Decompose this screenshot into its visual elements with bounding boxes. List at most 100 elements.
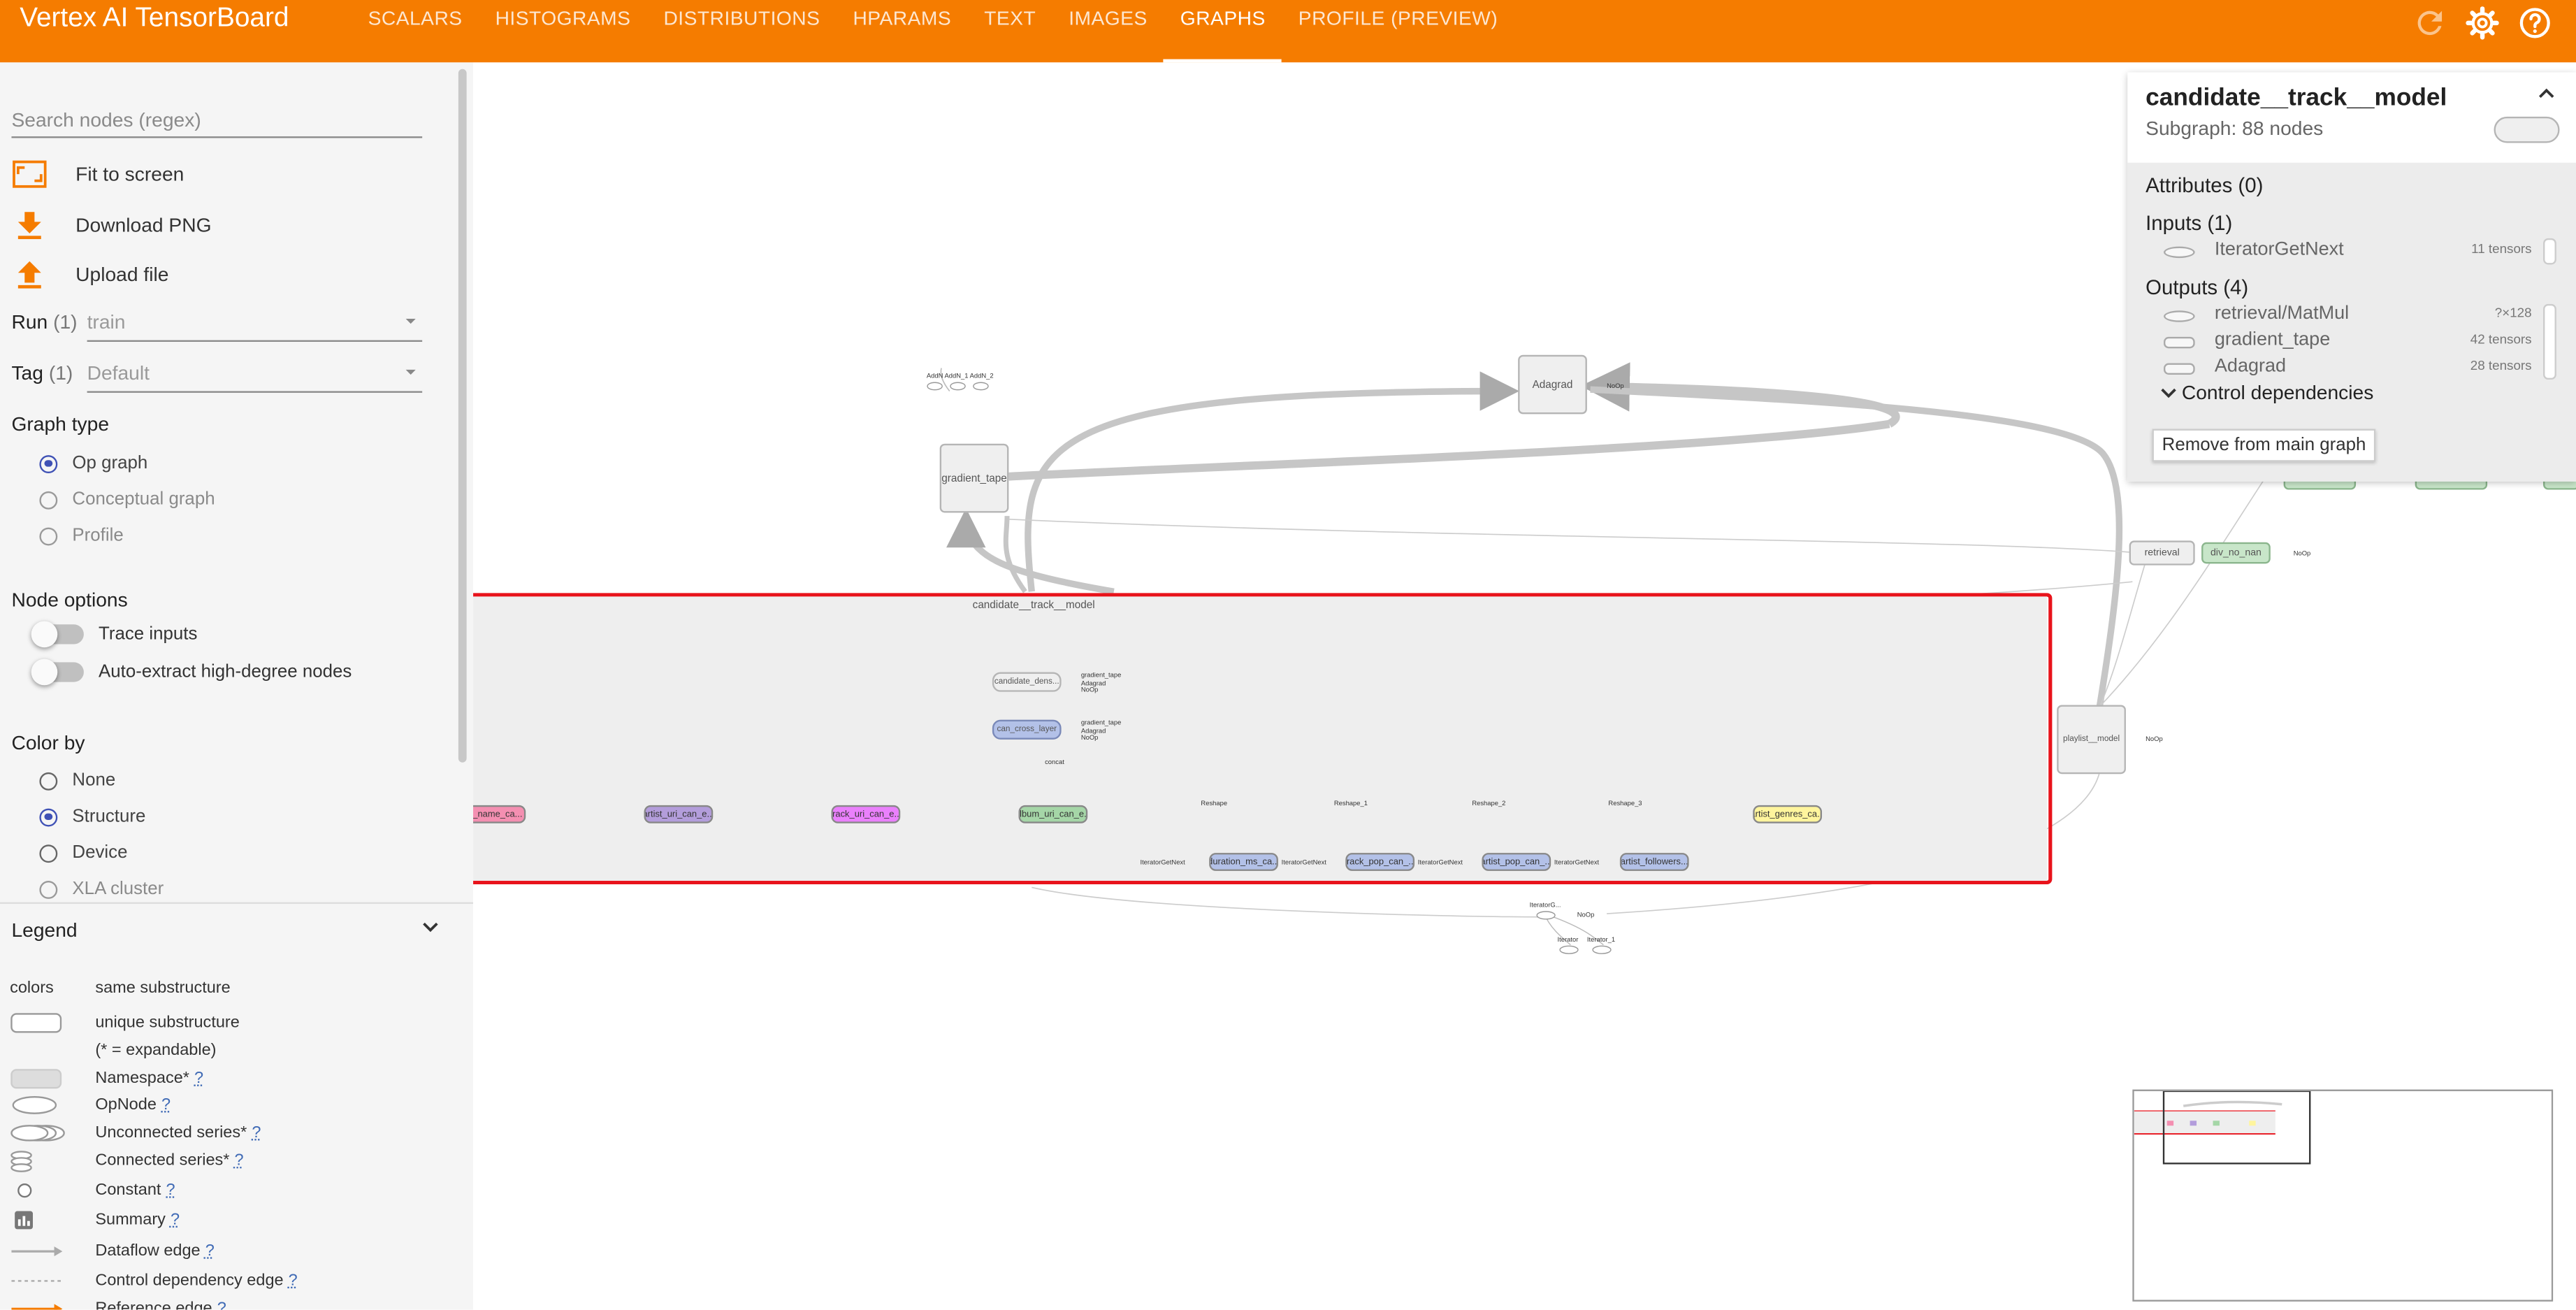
radio-profile[interactable]: Profile xyxy=(39,526,124,545)
tag-dropdown[interactable]: Default xyxy=(87,358,423,393)
chevron-up-icon[interactable] xyxy=(2537,85,2556,102)
help-link[interactable]: ? xyxy=(252,1124,261,1142)
adagrad-node[interactable]: Adagrad xyxy=(1518,354,1587,415)
help-link[interactable]: ? xyxy=(235,1152,244,1170)
control-dependencies-toggle[interactable]: Control dependencies xyxy=(2160,381,2373,404)
control-edge-icon xyxy=(11,1280,63,1282)
legend-row-opnode: OpNode? xyxy=(0,1095,473,1121)
radio-color-device[interactable]: Device xyxy=(39,843,127,863)
opnode-icon xyxy=(12,1095,57,1114)
legend-row-unique: unique substructure xyxy=(0,1012,473,1039)
reference-edge-icon xyxy=(11,1304,63,1310)
chevron-down-icon[interactable] xyxy=(422,920,439,933)
help-icon[interactable] xyxy=(2517,5,2553,41)
sidebar-scrollbar[interactable] xyxy=(458,69,467,763)
help-link[interactable]: ? xyxy=(171,1211,180,1230)
radio-op-graph[interactable]: Op graph xyxy=(39,454,147,473)
upload-file-label: Upload file xyxy=(75,263,169,287)
tab-graphs[interactable]: GRAPHS xyxy=(1164,0,1282,63)
radio-color-xla[interactable]: XLA cluster xyxy=(39,879,164,899)
top-icons xyxy=(2412,5,2553,41)
output-row[interactable]: gradient_tape 42 tensors xyxy=(2127,331,2576,355)
iterator-label-4: IteratorGetNext xyxy=(1554,858,1600,866)
radio-conceptual-graph[interactable]: Conceptual graph xyxy=(39,490,215,510)
outputs-scrollbar[interactable] xyxy=(2543,303,2556,380)
artist-uri-embedding-node[interactable]: artist_uri_can_e... xyxy=(644,805,714,823)
track-uri-embedding-node[interactable]: track_uri_can_e... xyxy=(831,805,901,823)
node-options-title: Node options xyxy=(11,588,128,612)
legend-row-namespace: Namespace*? xyxy=(0,1068,473,1095)
auto-extract-toggle[interactable]: Auto-extract high-degree nodes xyxy=(31,658,352,685)
album-uri-embedding-node[interactable]: album_uri_can_e... xyxy=(1018,805,1088,823)
graph-minimap[interactable] xyxy=(2132,1089,2554,1302)
artist-genres-embedding-node[interactable]: artist_genres_ca... xyxy=(1753,805,1823,823)
playlist-model-node[interactable]: playlist__model xyxy=(2057,705,2126,775)
trace-inputs-toggle[interactable]: Trace inputs xyxy=(31,620,197,647)
iterator-getnext-node[interactable] xyxy=(1531,909,1564,922)
artist-pop-embedding-node[interactable]: artist_pop_can_... xyxy=(1482,853,1551,871)
upload-file-button[interactable]: Upload file xyxy=(11,257,168,293)
playlist-noop-label: NoOp xyxy=(2146,734,2163,743)
constant-icon xyxy=(17,1183,32,1198)
help-link[interactable]: ? xyxy=(161,1096,171,1114)
search-nodes-input[interactable] xyxy=(11,103,423,138)
legend-panel: Legend colors same substructure unique s… xyxy=(0,902,474,1310)
connected-series-icon xyxy=(10,1151,32,1172)
run-label: Run (1) xyxy=(11,310,78,334)
track-name-embedding-node[interactable]: am_name_ca... xyxy=(473,805,526,823)
tab-hparams[interactable]: HPARAMS xyxy=(837,0,968,62)
namespace-icon xyxy=(2164,363,2195,375)
nav-tabs: SCALARS HISTOGRAMS DISTRIBUTIONS HPARAMS… xyxy=(352,0,1514,63)
app-root: Vertex AI TensorBoard SCALARS HISTOGRAMS… xyxy=(0,0,2576,1310)
output-row[interactable]: Adagrad 28 tensors xyxy=(2127,357,2576,381)
artist-followers-embedding-node[interactable]: artist_followers... xyxy=(1619,853,1689,871)
tab-scalars[interactable]: SCALARS xyxy=(352,0,479,62)
radio-color-none[interactable]: None xyxy=(39,771,115,791)
iterator-nodes[interactable] xyxy=(1558,943,1617,956)
remove-from-main-graph-button[interactable]: Remove from main graph xyxy=(2152,429,2376,462)
legend-row-control: Control dependency edge? xyxy=(0,1270,473,1297)
attributes-heading: Attributes (0) xyxy=(2146,174,2264,198)
legend-row-dataflow: Dataflow edge? xyxy=(0,1241,473,1267)
input-row[interactable]: IteratorGetNext 11 tensors xyxy=(2127,240,2576,264)
help-link[interactable]: ? xyxy=(166,1181,175,1200)
tab-histograms[interactable]: HISTOGRAMS xyxy=(479,0,647,62)
download-png-button[interactable]: Download PNG xyxy=(11,207,212,243)
tab-images[interactable]: IMAGES xyxy=(1052,0,1164,62)
div-no-nan-node[interactable]: div_no_nan xyxy=(2201,542,2271,564)
subgraph-symbol-icon xyxy=(2494,116,2560,143)
output-row[interactable]: retrieval/MatMul ?×128 xyxy=(2127,304,2576,329)
fit-to-screen-button[interactable]: Fit to screen xyxy=(11,156,184,192)
retrieval-node[interactable]: retrieval xyxy=(2129,540,2195,566)
cross-side-labels: gradient_tape Adagrad NoOp xyxy=(1080,718,1122,742)
inputs-scrollbar[interactable] xyxy=(2543,238,2556,265)
track-pop-embedding-node[interactable]: track_pop_can_... xyxy=(1345,853,1415,871)
addn-nodes[interactable] xyxy=(927,380,1006,393)
adagrad-noop-label: NoOp xyxy=(1607,381,1624,390)
color-by-title: Color by xyxy=(11,731,85,755)
tab-text[interactable]: TEXT xyxy=(968,0,1052,62)
unique-substructure-icon xyxy=(10,1013,62,1033)
can-cross-layer-node[interactable]: can_cross_layer xyxy=(992,719,1062,740)
subgraph-namespace[interactable] xyxy=(473,596,2048,881)
duration-ms-embedding-node[interactable]: duration_ms_ca... xyxy=(1209,853,1278,871)
legend-row-constant: Constant? xyxy=(0,1180,473,1207)
tab-profile[interactable]: PROFILE (PREVIEW) xyxy=(1282,0,1514,62)
help-link[interactable]: ? xyxy=(194,1070,203,1088)
tag-value: Default xyxy=(87,361,150,385)
help-link[interactable]: ? xyxy=(217,1300,226,1309)
refresh-icon[interactable] xyxy=(2412,5,2448,41)
help-link[interactable]: ? xyxy=(289,1272,298,1290)
legend-colors-label: colors xyxy=(10,979,54,998)
opnode-icon xyxy=(2164,246,2195,259)
run-dropdown[interactable]: train xyxy=(87,308,423,342)
candidate-dense-node[interactable]: candidate_dens... xyxy=(992,672,1062,692)
minimap-preview xyxy=(2134,1091,2552,1300)
tab-distributions[interactable]: DISTRIBUTIONS xyxy=(647,0,837,62)
radio-color-structure[interactable]: Structure xyxy=(39,807,145,826)
help-link[interactable]: ? xyxy=(205,1242,215,1260)
settings-icon[interactable] xyxy=(2464,5,2501,41)
gradient-tape-node[interactable]: gradient_tape xyxy=(939,443,1009,513)
legend-row-summary: Summary? xyxy=(0,1209,473,1236)
subgraph-title: candidate__track__model xyxy=(972,600,1095,612)
